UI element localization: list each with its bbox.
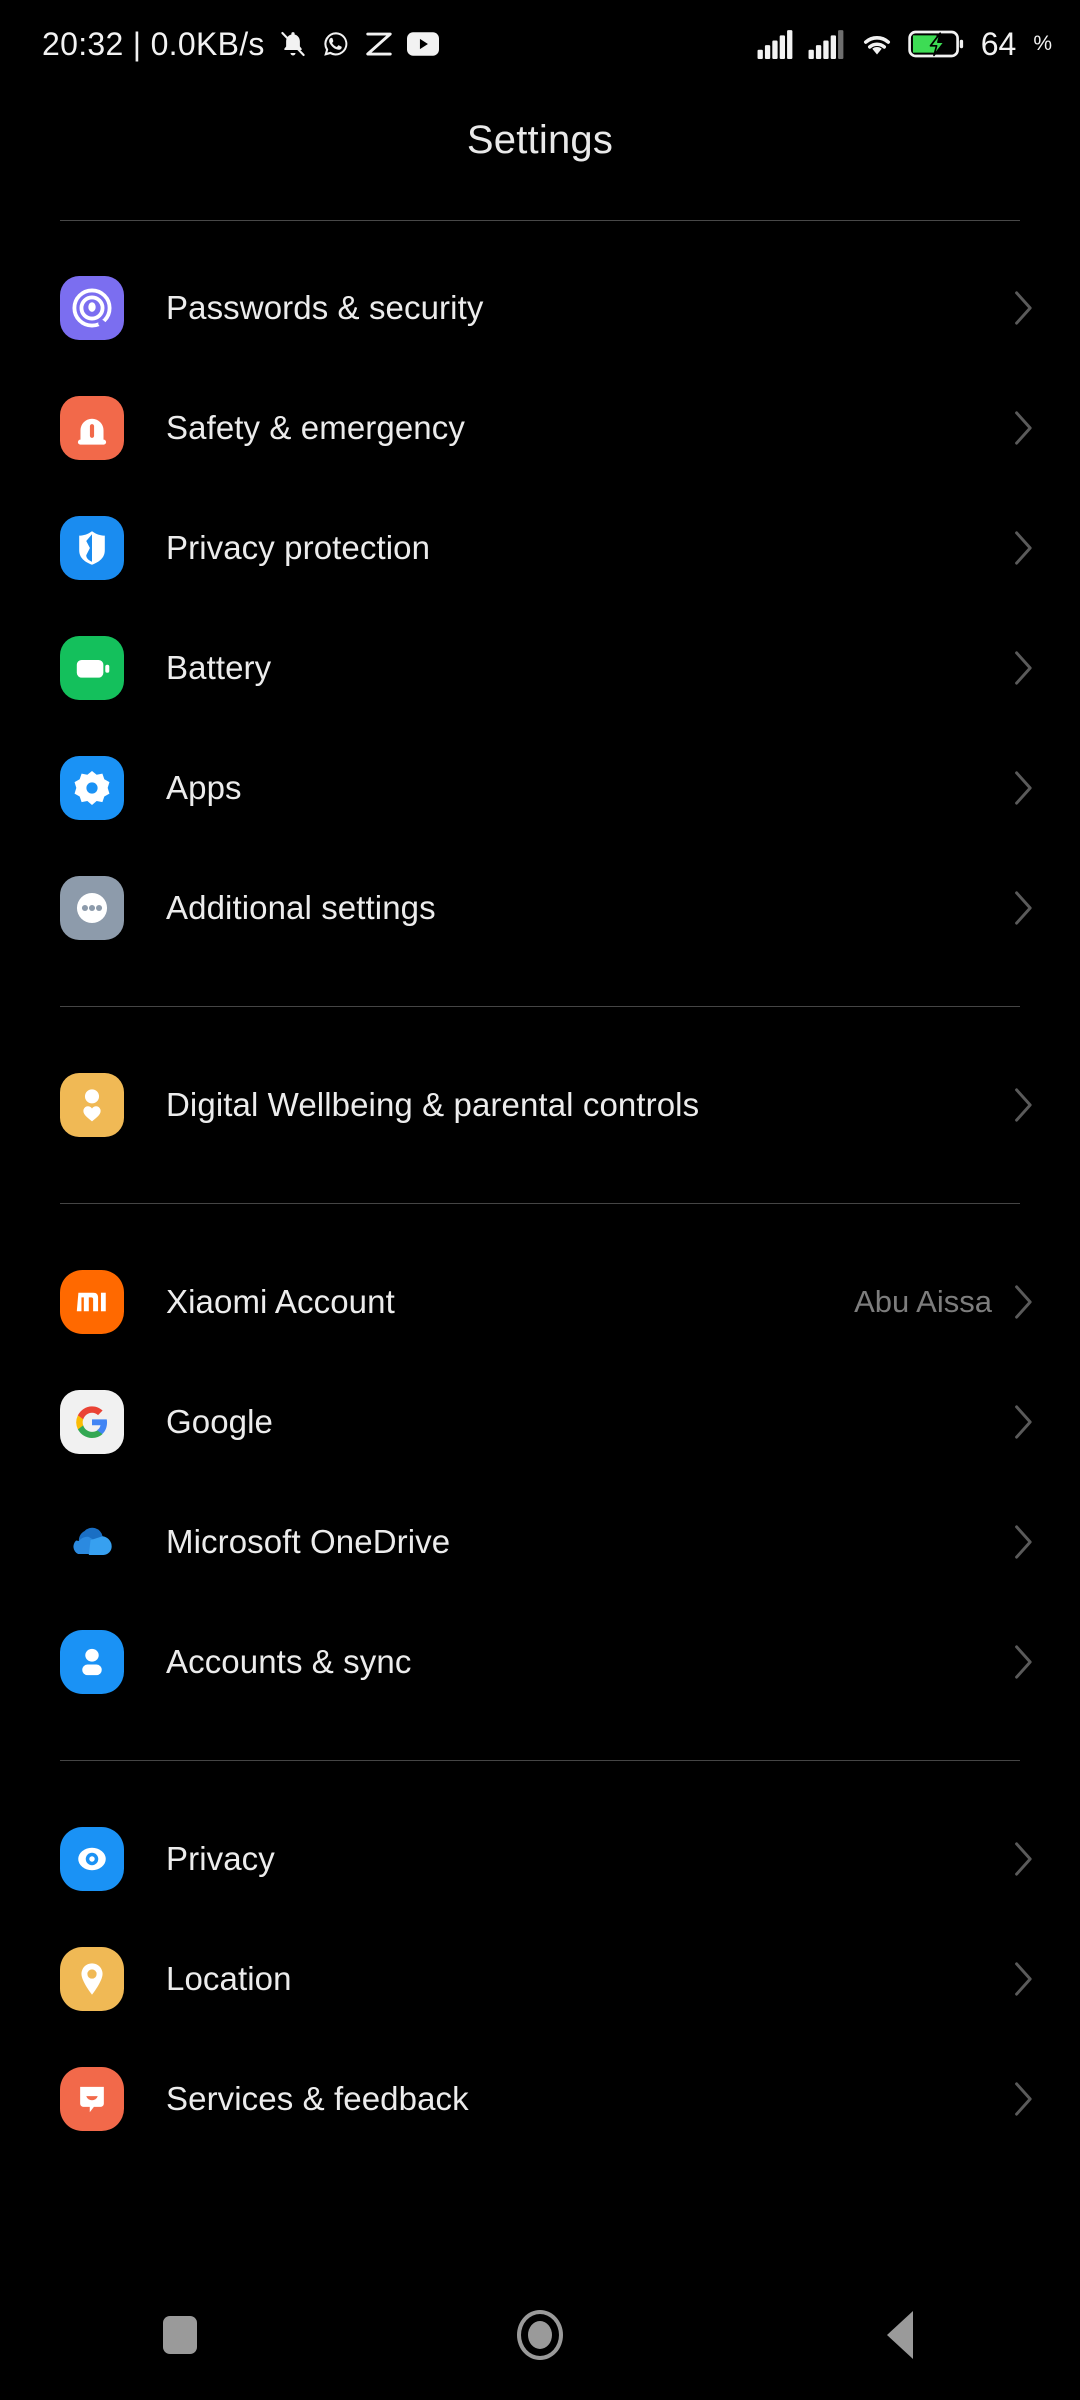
chevron-right-icon xyxy=(1015,1525,1032,1559)
settings-row-label: Location xyxy=(166,1960,292,1997)
siren-icon xyxy=(60,396,124,460)
wellbeing-icon xyxy=(60,1073,124,1137)
fingerprint-icon xyxy=(60,276,124,340)
settings-row[interactable]: Privacy protection xyxy=(0,488,1080,608)
home-circle-icon xyxy=(517,2310,563,2360)
header-divider xyxy=(60,220,1020,221)
settings-row-label: Passwords & security xyxy=(166,289,484,326)
chevron-right-icon xyxy=(1015,1088,1032,1122)
recents-square-icon xyxy=(163,2316,197,2354)
settings-list: Passwords & security Safety & emergency … xyxy=(0,248,1080,2159)
settings-row-label: Google xyxy=(166,1403,274,1440)
home-button[interactable] xyxy=(360,2310,720,2360)
apps-gear-icon xyxy=(60,756,124,820)
settings-row-label: Microsoft OneDrive xyxy=(166,1523,451,1560)
group-divider xyxy=(60,1203,1020,1204)
settings-row-label: Privacy xyxy=(166,1840,275,1877)
wifi-icon xyxy=(859,30,895,58)
back-triangle-icon xyxy=(887,2311,913,2359)
battery-percent: 64 xyxy=(980,25,1017,62)
eye-icon xyxy=(60,1827,124,1891)
settings-row[interactable]: Additional settings xyxy=(0,848,1080,968)
status-bar: 20:32 | 0.0KB/s 64 % xyxy=(0,0,1080,88)
page-title-wrap: Settings xyxy=(0,118,1080,163)
settings-row[interactable]: Passwords & security xyxy=(0,248,1080,368)
settings-row[interactable]: Digital Wellbeing & parental controls xyxy=(0,1045,1080,1165)
settings-row-label: Digital Wellbeing & parental controls xyxy=(166,1086,700,1123)
chevron-right-icon xyxy=(1015,1285,1032,1319)
settings-row-label: Xiaomi Account xyxy=(166,1283,395,1320)
settings-row-label: Services & feedback xyxy=(166,2080,469,2117)
chevron-right-icon xyxy=(1015,411,1032,445)
settings-row-label: Safety & emergency xyxy=(166,409,465,446)
settings-row-label: Apps xyxy=(166,769,242,806)
page-title: Settings xyxy=(466,118,614,162)
battery-icon xyxy=(60,636,124,700)
chevron-right-icon xyxy=(1015,1962,1032,1996)
more-dots-icon xyxy=(60,876,124,940)
account-person-icon xyxy=(60,1630,124,1694)
chevron-right-icon xyxy=(1015,1842,1032,1876)
navigation-bar xyxy=(0,2270,1080,2400)
chevron-right-icon xyxy=(1015,1405,1032,1439)
chevron-right-icon xyxy=(1015,531,1032,565)
settings-row-label: Battery xyxy=(166,649,272,686)
status-bar-left: 20:32 | 0.0KB/s xyxy=(42,26,439,63)
settings-row[interactable]: Safety & emergency xyxy=(0,368,1080,488)
bell-muted-icon xyxy=(278,29,308,59)
settings-row[interactable]: Apps xyxy=(0,728,1080,848)
group-divider xyxy=(60,1006,1020,1007)
recents-button[interactable] xyxy=(0,2316,360,2354)
chevron-right-icon xyxy=(1015,1645,1032,1679)
settings-row[interactable]: Microsoft OneDrive xyxy=(0,1482,1080,1602)
back-button[interactable] xyxy=(720,2311,1080,2359)
settings-row-label: Accounts & sync xyxy=(166,1643,412,1680)
settings-row-label: Additional settings xyxy=(166,889,436,926)
mi-logo-icon xyxy=(60,1270,124,1334)
settings-screen: 20:32 | 0.0KB/s 64 % Settings Passwords … xyxy=(0,0,1080,2400)
capcut-icon xyxy=(364,30,394,58)
youtube-icon xyxy=(406,32,439,56)
signal-bars-sim2-icon xyxy=(808,29,846,59)
battery-percent-symbol: % xyxy=(1033,32,1052,55)
chevron-right-icon xyxy=(1015,291,1032,325)
google-g-icon xyxy=(60,1390,124,1454)
settings-row[interactable]: Services & feedback xyxy=(0,2039,1080,2159)
settings-row[interactable]: Xiaomi Account Abu Aissa xyxy=(0,1242,1080,1362)
location-pin-icon xyxy=(60,1947,124,2011)
settings-row-label: Privacy protection xyxy=(166,529,431,566)
settings-row[interactable]: Battery xyxy=(0,608,1080,728)
shield-icon xyxy=(60,516,124,580)
settings-row[interactable]: Privacy xyxy=(0,1799,1080,1919)
settings-row[interactable]: Google xyxy=(0,1362,1080,1482)
status-clock: 20:32 | 0.0KB/s xyxy=(42,25,265,62)
settings-row[interactable]: Accounts & sync xyxy=(0,1602,1080,1722)
onedrive-cloud-icon xyxy=(60,1510,124,1574)
group-divider xyxy=(60,1760,1020,1761)
settings-row[interactable]: Location xyxy=(0,1919,1080,2039)
chevron-right-icon xyxy=(1015,771,1032,805)
settings-row-value: Abu Aissa xyxy=(854,1284,992,1319)
signal-bars-sim1-icon xyxy=(757,29,795,59)
chevron-right-icon xyxy=(1015,891,1032,925)
battery-charging-icon xyxy=(907,29,964,59)
whatsapp-icon xyxy=(321,29,351,59)
status-bar-right: 64% xyxy=(757,26,1052,63)
feedback-bubble-icon xyxy=(60,2067,124,2131)
chevron-right-icon xyxy=(1015,651,1032,685)
chevron-right-icon xyxy=(1015,2082,1032,2116)
